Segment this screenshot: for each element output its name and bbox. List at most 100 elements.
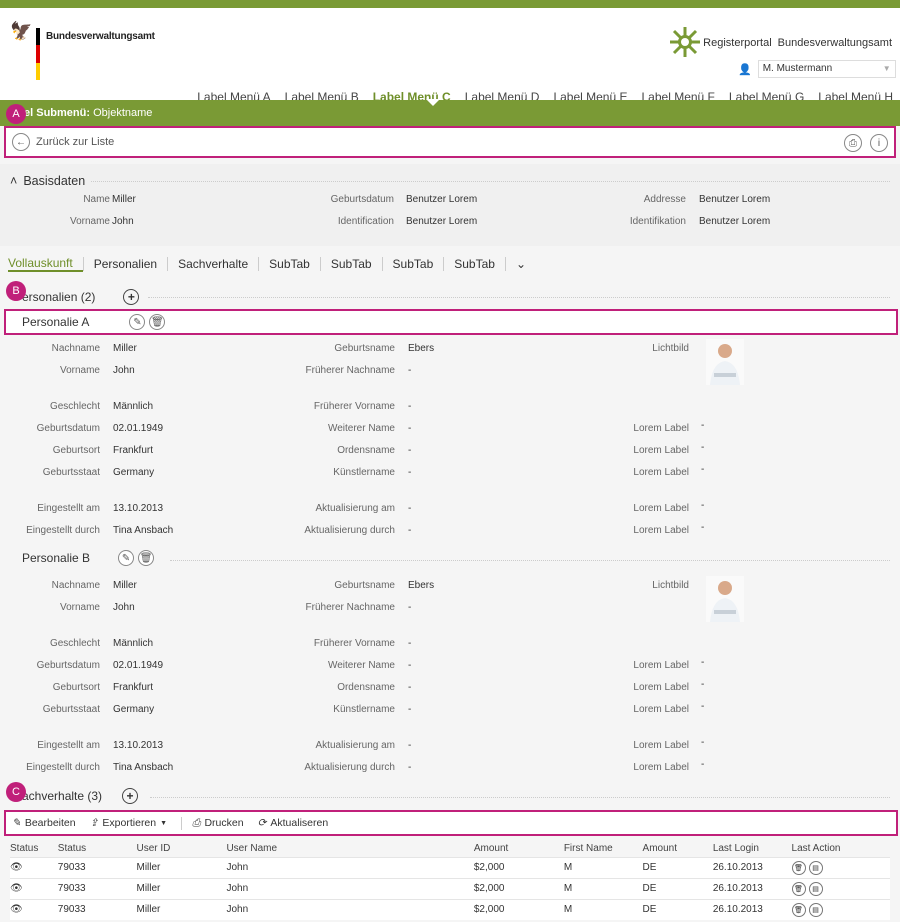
portal-title[interactable]: Registerportal Bundesverwaltungsamt bbox=[703, 37, 892, 49]
field-value: 02.01.1949 bbox=[113, 423, 164, 434]
label: Name bbox=[83, 194, 110, 205]
lorem-label: Lorem Label bbox=[633, 682, 689, 693]
field-value: - bbox=[408, 445, 412, 456]
field-label: Künstlername bbox=[333, 467, 395, 478]
personalien-title: ersonalien (2) bbox=[22, 290, 96, 304]
cell: 26.10.2013 bbox=[712, 877, 792, 899]
tab-subtab-3[interactable]: SubTab bbox=[381, 257, 444, 271]
basis-row-1: Name Miller Geburtsdatum Benutzer Lorem Ad… bbox=[10, 194, 890, 216]
basisdaten-section: ˄ Basisdaten Name Miller Geburtsdatum Benut… bbox=[0, 164, 900, 246]
action-toolbar: ✎ Bearbeiten ⇪ Exportieren ▼ ⎙ Drucken ⟳ Aktu… bbox=[4, 810, 898, 836]
field-label: Nachname bbox=[51, 580, 100, 591]
refresh-button[interactable]: ⟳ Aktualiseren bbox=[258, 817, 329, 829]
label: Geburtsdatum bbox=[330, 194, 394, 205]
field-value: 02.01.1949 bbox=[113, 660, 164, 671]
field-value: Germany bbox=[113, 704, 155, 715]
field-value: Germany bbox=[113, 467, 155, 478]
eye-icon: 👁 bbox=[10, 898, 58, 920]
basisdaten-header[interactable]: ˄ Basisdaten bbox=[10, 174, 890, 188]
add-icon[interactable]: + bbox=[123, 289, 140, 305]
submenu-label: el Submenü: bbox=[24, 107, 91, 119]
print-icon[interactable]: ⎙ bbox=[844, 134, 862, 152]
field-value: Ebers bbox=[408, 580, 435, 591]
field-value: - bbox=[408, 503, 412, 514]
cell: DE bbox=[642, 877, 713, 899]
collapse-icon: ˄ bbox=[10, 174, 18, 188]
field-value: - bbox=[408, 682, 412, 693]
cell: Miller bbox=[136, 898, 227, 920]
field-value: Frankfurt bbox=[113, 682, 154, 693]
lorem-value: - bbox=[701, 759, 705, 770]
personalie-b-header: Personalie B ✎ 🗑 bbox=[22, 550, 155, 566]
personalie-a-header: Personalie A ✎ 🗑 bbox=[4, 309, 898, 335]
value: Benutzer Lorem bbox=[699, 194, 771, 205]
cell: M bbox=[563, 856, 643, 878]
trash-icon[interactable]: 🗑 bbox=[791, 902, 806, 917]
info-icon[interactable]: i bbox=[870, 134, 888, 152]
lorem-label: Lorem Label bbox=[633, 525, 689, 536]
user-select[interactable]: M. Mustermann ▼ bbox=[757, 60, 896, 78]
trash-icon[interactable]: 🗑 bbox=[149, 314, 166, 330]
personalie-b-title: Personalie B bbox=[22, 551, 91, 565]
edit-button[interactable]: ✎ Bearbeiten bbox=[12, 817, 76, 829]
badge-a: A bbox=[6, 104, 26, 124]
cell: Miller bbox=[136, 856, 227, 878]
tab-subtab-1[interactable]: SubTab bbox=[258, 257, 320, 271]
document-icon[interactable]: ▤ bbox=[808, 881, 823, 896]
tab-vollauskunft[interactable]: Vollauskunft bbox=[8, 256, 83, 272]
tab-sachverhalte[interactable]: Sachverhalte bbox=[167, 257, 258, 271]
field-value: - bbox=[408, 423, 412, 434]
tab-subtab-4[interactable]: SubTab bbox=[443, 257, 505, 271]
trash-icon[interactable]: 🗑 bbox=[138, 550, 155, 566]
document-icon[interactable]: ▤ bbox=[808, 902, 823, 917]
column-header: Amount bbox=[642, 843, 677, 855]
portal-label: Registerportal bbox=[703, 37, 772, 49]
field-label: Geschlecht bbox=[49, 401, 100, 412]
field-label: Geburtsstaat bbox=[42, 467, 100, 478]
back-link[interactable]: Zurück zur Liste bbox=[36, 136, 114, 148]
user-box: 👤 M. Mustermann ▼ bbox=[738, 60, 896, 78]
tab-personalien[interactable]: Personalien bbox=[82, 257, 167, 271]
field-label: Vorname bbox=[59, 365, 100, 376]
cell: 79033 bbox=[57, 877, 137, 899]
field-value: - bbox=[408, 740, 412, 751]
cell: DE bbox=[642, 898, 713, 920]
field-value: - bbox=[408, 365, 412, 376]
table-row[interactable]: 👁 79033 Miller John $2,000 M DE 26.10.2013 🗑 ▤ bbox=[10, 898, 890, 920]
field-label: Eingestellt durch bbox=[26, 525, 100, 536]
column-header: Amount bbox=[473, 843, 509, 855]
label: Identifikation bbox=[629, 216, 686, 227]
field-value: Tina Ansbach bbox=[113, 762, 174, 773]
add-icon[interactable]: + bbox=[122, 788, 139, 804]
tab-subtab-2[interactable]: SubTab bbox=[319, 257, 382, 271]
export-button[interactable]: ⇪ Exportieren ▼ bbox=[90, 817, 167, 829]
back-arrow-icon[interactable]: ← bbox=[12, 133, 30, 151]
tab-more-chevron-icon[interactable]: ⌄ bbox=[504, 257, 536, 271]
field-value: - bbox=[408, 762, 412, 773]
field-label: Ordensname bbox=[337, 445, 395, 456]
personalie-a-title: Personalie A bbox=[22, 315, 90, 329]
basisdaten-title: Basisdaten bbox=[23, 174, 86, 188]
field-value: - bbox=[408, 525, 412, 536]
print-button[interactable]: ⎙ Drucken bbox=[181, 816, 244, 830]
user-name: M. Mustermann bbox=[762, 63, 833, 74]
edit-icon[interactable]: ✎ bbox=[129, 314, 146, 330]
field-value: Männlich bbox=[113, 401, 154, 412]
field-value: John bbox=[113, 602, 135, 613]
field-label: Vorname bbox=[59, 602, 100, 613]
table-row[interactable]: 👁 79033 Miller John $2,000 M DE 26.10.2013 🗑 ▤ bbox=[10, 856, 890, 878]
trash-icon[interactable]: 🗑 bbox=[791, 860, 806, 875]
cell: 79033 bbox=[57, 898, 137, 920]
edit-icon[interactable]: ✎ bbox=[118, 550, 135, 566]
cell: 26.10.2013 bbox=[712, 898, 792, 920]
field-label: Früherer Nachname bbox=[305, 365, 395, 376]
field-label: Geburtsort bbox=[52, 445, 100, 456]
cell: John bbox=[226, 877, 474, 899]
field-label: Nachname bbox=[51, 343, 100, 354]
field-label: Eingestellt am bbox=[37, 503, 100, 514]
table-row[interactable]: 👁 79033 Miller John $2,000 M DE 26.10.2013 🗑 ▤ bbox=[10, 877, 890, 899]
trash-icon[interactable]: 🗑 bbox=[791, 881, 806, 896]
document-icon[interactable]: ▤ bbox=[808, 860, 823, 875]
lorem-label: Lorem Label bbox=[633, 660, 689, 671]
cell: $2,000 bbox=[473, 898, 564, 920]
